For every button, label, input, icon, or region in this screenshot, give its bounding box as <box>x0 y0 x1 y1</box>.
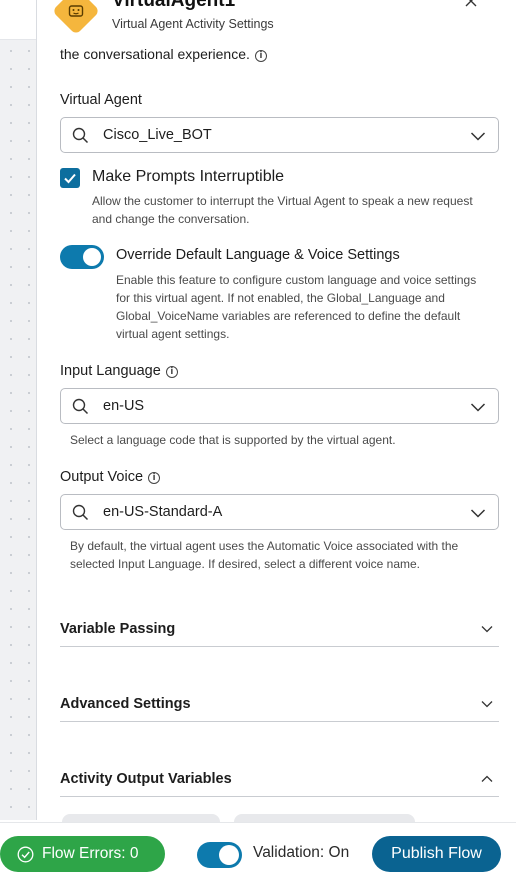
search-icon <box>72 504 89 521</box>
info-icon[interactable]: i <box>165 366 178 378</box>
input-language-help: Select a language code that is supported… <box>70 433 396 447</box>
virtual-agent-label: Virtual Agent <box>60 92 142 108</box>
toggle-knob <box>219 845 239 865</box>
output-voice-help-line: By default, the virtual agent uses the A… <box>70 539 459 553</box>
input-language-label: Input Language i <box>60 363 178 379</box>
toggle-knob <box>83 248 101 266</box>
override-help: Enable this feature to configure custom … <box>116 271 476 343</box>
validation-toggle[interactable] <box>197 842 242 868</box>
section-activity-output-variables[interactable]: Activity Output Variables <box>60 771 499 797</box>
info-icon[interactable]: i <box>148 472 161 484</box>
output-voice-label-text: Output Voice <box>60 469 144 485</box>
interruptible-help-line: Allow the customer to interrupt the Virt… <box>92 194 473 208</box>
canvas-toolbar-area <box>0 0 36 40</box>
override-help-line: Global_VoiceName variables are reference… <box>116 309 461 323</box>
validation-label: Validation: On <box>253 844 350 861</box>
publish-flow-button[interactable]: Publish Flow <box>372 836 501 872</box>
info-icon[interactable]: i <box>254 50 267 62</box>
input-language-value: en-US <box>103 398 145 414</box>
interruptible-checkbox[interactable] <box>60 168 80 188</box>
check-circle-icon <box>17 846 34 862</box>
intro-text-label: the conversational experience. <box>60 46 250 62</box>
panel-subtitle: Virtual Agent Activity Settings <box>112 17 274 31</box>
output-voice-value: en-US-Standard-A <box>103 504 223 520</box>
intro-text: the conversational experience. i <box>60 46 267 62</box>
output-voice-help-line: selected Input Language. If desired, sel… <box>70 557 421 571</box>
input-language-label-text: Input Language <box>60 363 161 379</box>
chevron-down-icon <box>481 701 493 708</box>
search-icon <box>72 398 89 415</box>
section-title: Advanced Settings <box>60 696 191 712</box>
panel-header: VirtualAgent1 Virtual Agent Activity Set… <box>37 0 516 40</box>
chevron-down-icon <box>481 626 493 633</box>
search-icon <box>72 127 89 144</box>
chevron-up-icon <box>481 775 493 782</box>
override-help-line: for this virtual agent. If not enabled, … <box>116 291 445 305</box>
close-icon[interactable] <box>464 0 482 12</box>
check-icon <box>64 173 76 184</box>
interruptible-help: Allow the customer to interrupt the Virt… <box>92 192 473 228</box>
panel-divider <box>36 0 37 820</box>
bot-icon <box>66 1 86 21</box>
panel-title: VirtualAgent1 <box>112 0 236 11</box>
chevron-down-icon <box>470 132 486 141</box>
output-voice-help: By default, the virtual agent uses the A… <box>70 537 458 573</box>
interruptible-label: Make Prompts Interruptible <box>92 168 285 185</box>
section-title: Variable Passing <box>60 621 176 637</box>
section-advanced-settings[interactable]: Advanced Settings <box>60 696 499 722</box>
virtual-agent-select[interactable]: Cisco_Live_BOT <box>60 117 499 153</box>
override-help-line: Enable this feature to configure custom … <box>116 273 477 287</box>
section-variable-passing[interactable]: Variable Passing <box>60 621 499 647</box>
footer-bar: Flow Errors: 0 Validation: On Publish Fl… <box>0 822 516 877</box>
flow-errors-button[interactable]: Flow Errors: 0 <box>0 836 165 872</box>
override-toggle[interactable] <box>60 245 104 269</box>
override-label: Override Default Language & Voice Settin… <box>116 247 400 263</box>
chevron-down-icon <box>470 403 486 412</box>
flow-canvas[interactable] <box>0 0 36 820</box>
override-help-line: virtual agent settings. <box>116 327 230 341</box>
input-language-select[interactable]: en-US <box>60 388 499 424</box>
output-voice-select[interactable]: en-US-Standard-A <box>60 494 499 530</box>
chevron-down-icon <box>470 509 486 518</box>
flow-errors-label: Flow Errors: 0 <box>42 845 139 862</box>
interruptible-help-line: and change the conversation. <box>92 212 250 226</box>
section-title: Activity Output Variables <box>60 771 232 787</box>
virtual-agent-value: Cisco_Live_BOT <box>103 127 212 143</box>
output-voice-label: Output Voice i <box>60 469 161 485</box>
